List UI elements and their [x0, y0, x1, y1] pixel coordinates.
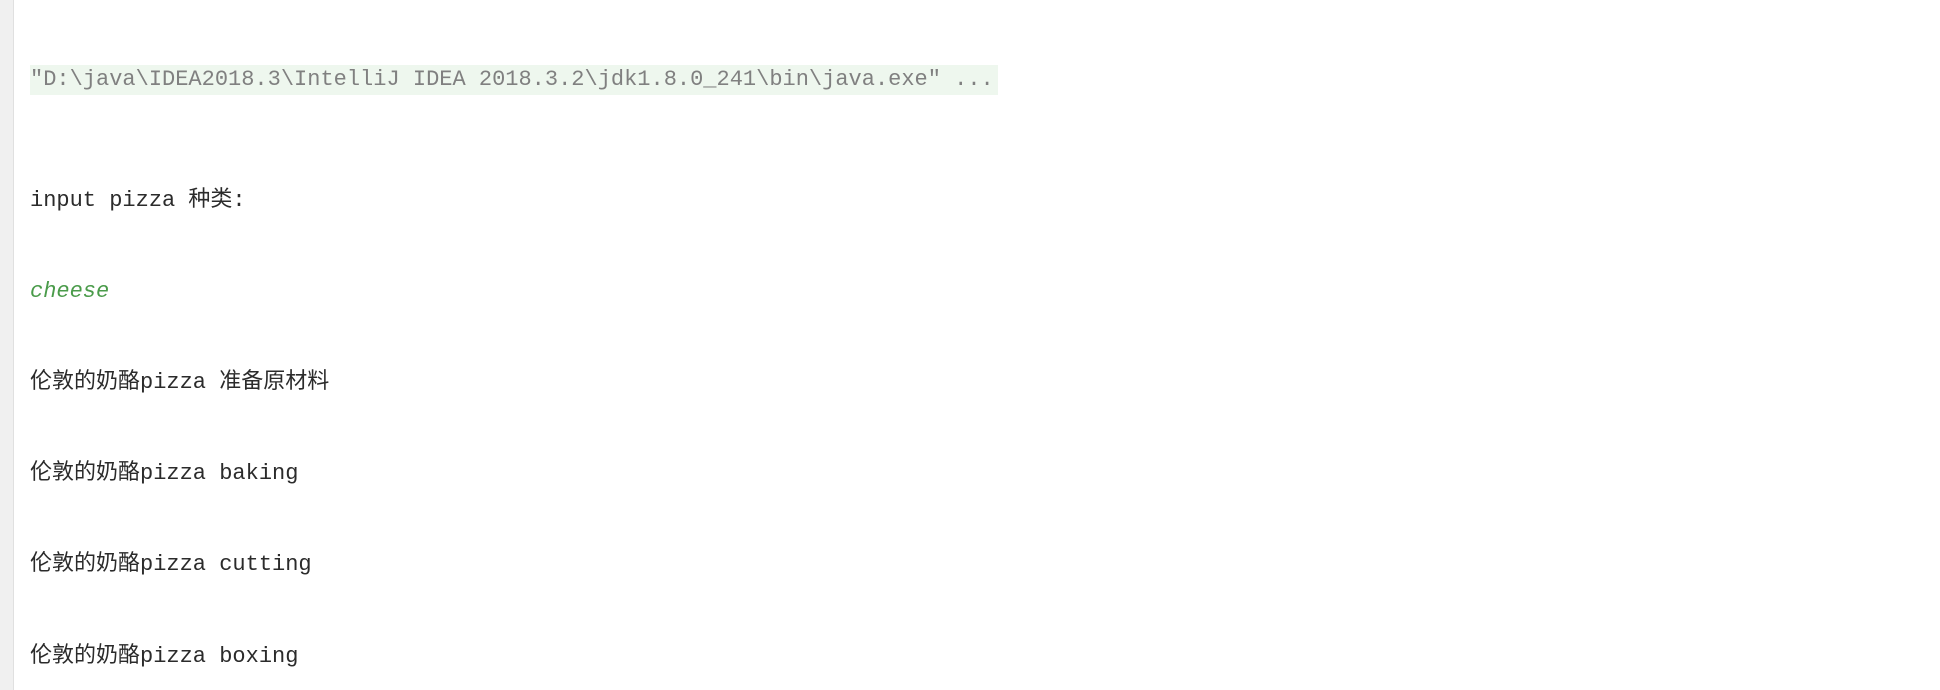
output-line: input pizza 种类:	[30, 186, 1940, 216]
output-line: 伦敦的奶酪pizza baking	[30, 459, 1940, 489]
output-line: 伦敦的奶酪pizza cutting	[30, 550, 1940, 580]
command-text: "D:\java\IDEA2018.3\IntelliJ IDEA 2018.3…	[30, 65, 998, 95]
output-line: 伦敦的奶酪pizza 准备原材料	[30, 368, 1940, 398]
console-gutter	[0, 0, 14, 690]
console-output-panel[interactable]: "D:\java\IDEA2018.3\IntelliJ IDEA 2018.3…	[14, 0, 1940, 690]
command-line: "D:\java\IDEA2018.3\IntelliJ IDEA 2018.3…	[30, 65, 1940, 95]
input-line: cheese	[30, 277, 1940, 307]
output-line: 伦敦的奶酪pizza boxing	[30, 642, 1940, 672]
